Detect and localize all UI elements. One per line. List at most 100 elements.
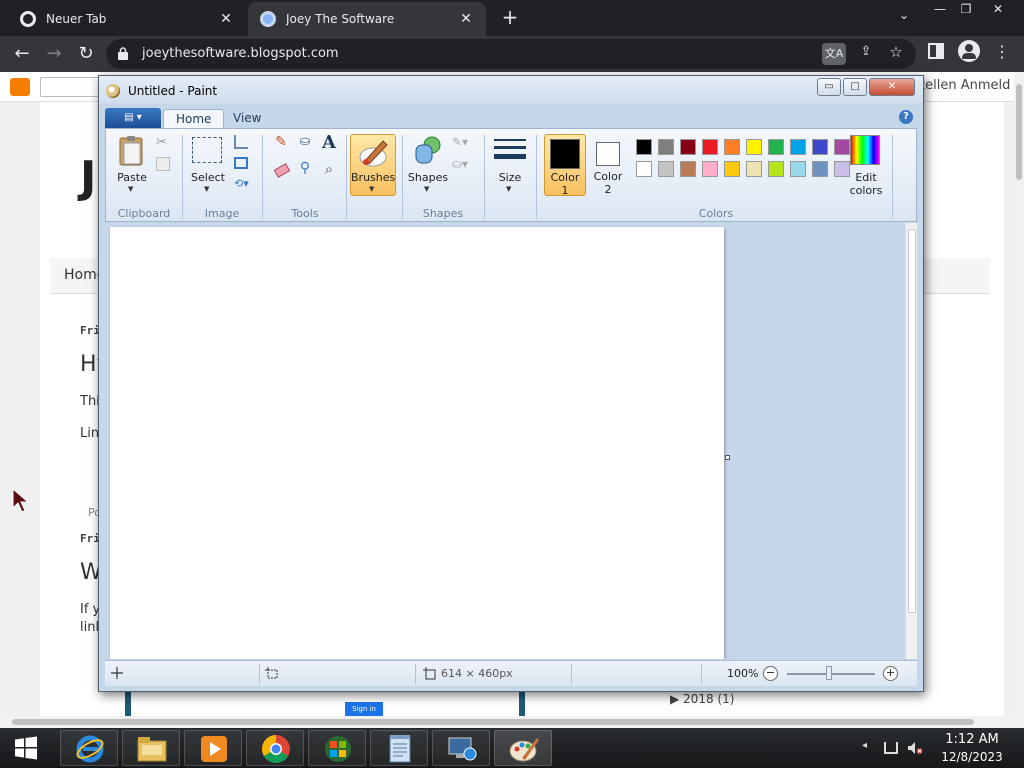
select-button[interactable]: Select [188, 171, 228, 184]
palette-swatch[interactable] [790, 139, 806, 155]
paste-button[interactable]: Paste [112, 171, 152, 184]
size-button[interactable]: Size [490, 171, 530, 184]
rotate-icon[interactable]: ⟲▾ [234, 177, 250, 190]
canvas-vertical-scroll-thumb[interactable] [908, 229, 916, 613]
crop-icon[interactable] [234, 135, 248, 149]
address-bar[interactable]: joeythesoftware.blogspot.com 文A ⇪ ☆ [106, 39, 916, 69]
canvas-vertical-scrollbar[interactable] [905, 223, 917, 659]
window-minimize-button[interactable]: — [928, 0, 952, 18]
bookmark-star-icon[interactable]: ☆ [886, 43, 906, 63]
palette-swatch[interactable] [658, 161, 674, 177]
palette-swatch[interactable] [746, 139, 762, 155]
paint-title-bar[interactable]: Untitled - Paint ▭ □ ✕ [99, 76, 923, 104]
paint-menu-button[interactable]: ▤ ▾ [105, 108, 161, 128]
palette-swatch[interactable] [636, 161, 652, 177]
page-vertical-scrollbar[interactable] [1014, 72, 1024, 716]
fill-icon[interactable]: ⛀▾ [452, 157, 476, 171]
paint-maximize-button[interactable]: □ [843, 78, 867, 96]
network-icon[interactable] [884, 742, 898, 754]
paint-app-icon[interactable] [106, 84, 120, 98]
taskbar-internet-explorer[interactable] [60, 730, 118, 766]
palette-swatch[interactable] [768, 139, 784, 155]
copy-icon[interactable] [156, 157, 170, 171]
taskbar-explorer[interactable] [122, 730, 180, 766]
new-tab-button[interactable]: + [498, 6, 522, 30]
reload-button[interactable]: ↻ [74, 42, 98, 66]
translate-icon[interactable]: 文A [822, 43, 846, 65]
blogger-actions[interactable]: tellen Anmeld [920, 78, 1010, 93]
fill-bucket-icon[interactable]: ⛀ [294, 133, 316, 155]
volume-muted-icon[interactable] [907, 741, 923, 755]
shapes-dropdown-icon[interactable]: ▼ [424, 185, 429, 193]
palette-swatch[interactable] [790, 161, 806, 177]
canvas-resize-handle[interactable] [725, 455, 730, 460]
color2-button[interactable]: Color 2 [588, 134, 630, 196]
tab-close-icon[interactable]: ✕ [218, 11, 234, 27]
page-horizontal-scroll-thumb[interactable] [12, 719, 974, 725]
palette-swatch[interactable] [812, 161, 828, 177]
brushes-button[interactable]: Brushes ▼ [350, 134, 396, 196]
blog-title[interactable]: J [80, 152, 96, 203]
palette-swatch[interactable] [834, 139, 850, 155]
zoom-in-button[interactable]: + [883, 666, 898, 681]
pencil-icon[interactable]: ✎ [270, 133, 292, 155]
page-vertical-scroll-thumb[interactable] [1016, 84, 1022, 180]
zoom-slider-thumb[interactable] [826, 666, 832, 680]
palette-swatch[interactable] [680, 139, 696, 155]
magnifier-icon[interactable]: ⌕ [318, 159, 340, 181]
side-panel-icon[interactable] [928, 43, 944, 59]
show-hidden-icons-button[interactable]: ◂ [862, 740, 867, 751]
shapes-button[interactable]: Shapes [406, 171, 450, 184]
taskbar-remote-desktop[interactable] [432, 730, 490, 766]
edit-colors-button[interactable]: Edit [844, 171, 888, 184]
paint-minimize-button[interactable]: ▭ [817, 78, 841, 96]
palette-swatch[interactable] [724, 161, 740, 177]
paste-dropdown-icon[interactable]: ▼ [128, 185, 133, 193]
select-dropdown-icon[interactable]: ▼ [204, 185, 209, 193]
taskbar-windows-logo-app[interactable] [308, 730, 366, 766]
palette-swatch[interactable] [702, 139, 718, 155]
cut-icon[interactable]: ✂ [156, 135, 170, 150]
forward-button[interactable]: → [42, 42, 66, 66]
share-icon[interactable]: ⇪ [856, 44, 876, 64]
chrome-menu-icon[interactable]: ⋮ [994, 42, 1010, 62]
archive-2018-link[interactable]: ▶ 2018 (1) [670, 692, 734, 706]
window-close-button[interactable]: ✕ [986, 0, 1010, 18]
drawing-canvas[interactable] [110, 227, 724, 659]
size-dropdown-icon[interactable]: ▼ [506, 185, 511, 193]
taskbar-chrome[interactable] [246, 730, 304, 766]
palette-swatch[interactable] [812, 139, 828, 155]
tab-neuer-tab[interactable]: Neuer Tab ✕ [8, 2, 246, 36]
eraser-icon[interactable] [270, 159, 292, 181]
windows-start-icon[interactable] [14, 736, 38, 760]
taskbar-paint[interactable] [494, 730, 552, 766]
tab-search-button[interactable]: ⌄ [894, 8, 914, 28]
palette-swatch[interactable] [636, 139, 652, 155]
blogger-logo-icon[interactable] [10, 78, 30, 96]
profile-avatar-icon[interactable] [958, 40, 980, 62]
page-horizontal-scrollbar[interactable] [0, 716, 1024, 728]
palette-swatch[interactable] [768, 161, 784, 177]
tab-close-icon[interactable]: ✕ [458, 11, 474, 27]
color-picker-icon[interactable]: ⚲ [294, 159, 316, 181]
taskbar-notepad[interactable] [370, 730, 428, 766]
outline-icon[interactable]: ✎▾ [452, 135, 476, 149]
tab-joey-the-software[interactable]: Joey The Software ✕ [248, 2, 486, 36]
text-tool-icon[interactable]: A [318, 131, 340, 153]
back-button[interactable]: ← [10, 42, 34, 66]
zoom-out-button[interactable]: − [763, 666, 778, 681]
paint-close-button[interactable]: ✕ [869, 78, 915, 96]
tab-home[interactable]: Home [163, 109, 225, 129]
palette-swatch[interactable] [702, 161, 718, 177]
palette-swatch[interactable] [658, 139, 674, 155]
palette-swatch[interactable] [724, 139, 740, 155]
help-icon[interactable]: ? [899, 110, 913, 124]
clock-date[interactable]: 12/8/2023 [934, 750, 1010, 764]
tab-view[interactable]: View [221, 109, 273, 129]
clock-time[interactable]: 1:12 AM [938, 732, 1006, 747]
taskbar-media-player[interactable] [184, 730, 242, 766]
color1-button[interactable]: Color 1 [544, 134, 586, 197]
window-restore-button[interactable]: ❐ [954, 0, 978, 18]
palette-swatch[interactable] [680, 161, 696, 177]
palette-swatch[interactable] [746, 161, 762, 177]
